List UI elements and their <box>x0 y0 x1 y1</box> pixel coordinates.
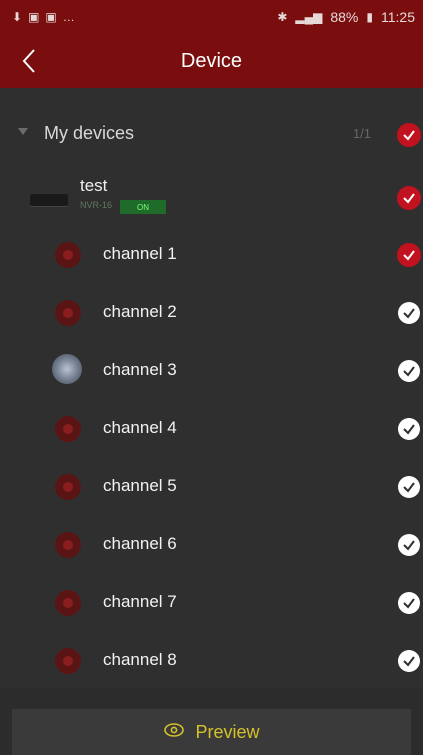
notification-icon: ▣ <box>45 10 57 24</box>
status-badge: ON <box>120 200 166 214</box>
checkmark-icon <box>403 656 415 667</box>
page-title: Device <box>180 49 243 72</box>
channel-checkbox[interactable] <box>398 418 420 440</box>
nvr-icon <box>30 194 68 206</box>
battery-icon: ▮ <box>366 10 373 24</box>
channel-label: channel 3 <box>103 360 177 379</box>
channel-checkbox[interactable] <box>398 534 420 556</box>
channel-checkbox[interactable] <box>397 243 421 267</box>
checkmark-icon <box>403 424 415 435</box>
group-label: My devices <box>44 123 135 143</box>
channel-row[interactable]: channel 2 <box>0 284 423 342</box>
eye-icon <box>163 719 185 746</box>
checkmark-icon <box>403 130 415 141</box>
battery-level: 88% <box>330 9 359 25</box>
channel-row[interactable]: channel 4 <box>0 400 423 458</box>
status-bar: ⬇ ▣ ▣ … ✱ ▂▄▆ 88% ▮ 11:25 <box>0 0 423 34</box>
signal-icon: ▂▄▆ <box>295 10 323 24</box>
device-checkbox[interactable] <box>397 186 421 210</box>
group-header[interactable]: My devices 1/1 <box>0 114 423 156</box>
camera-icon <box>55 242 81 268</box>
channel-row[interactable]: channel 6 <box>0 516 423 574</box>
notification-icon: ▣ <box>28 10 40 24</box>
status-left: ⬇ ▣ ▣ … <box>12 10 75 24</box>
channel-checkbox[interactable] <box>398 592 420 614</box>
notification-icon: ⬇ <box>12 10 23 24</box>
channel-row[interactable]: channel 8 <box>0 632 423 690</box>
status-time: 11:25 <box>381 9 415 25</box>
channel-row[interactable]: channel 5 <box>0 458 423 516</box>
back-arrow-icon <box>22 49 35 73</box>
more-icon: … <box>62 10 75 24</box>
channel-row[interactable]: channel 7 <box>0 574 423 632</box>
checkmark-icon <box>403 250 415 261</box>
channel-checkbox[interactable] <box>398 302 420 324</box>
bluetooth-icon: ✱ <box>277 10 288 24</box>
preview-button[interactable]: Preview <box>12 709 411 755</box>
channel-label: channel 7 <box>103 592 177 611</box>
channel-checkbox[interactable] <box>398 650 420 672</box>
group-checkbox[interactable] <box>397 123 421 147</box>
camera-icon <box>55 648 81 674</box>
device-row[interactable]: test NVR-16 ON <box>0 170 423 226</box>
caret-down-icon[interactable] <box>18 128 28 135</box>
camera-icon <box>55 300 81 326</box>
channel-label: channel 1 <box>103 244 177 263</box>
camera-icon <box>55 532 81 558</box>
status-right: ✱ ▂▄▆ 88% ▮ 11:25 <box>277 9 415 25</box>
group-count: 1/1 <box>352 126 371 141</box>
camera-icon <box>55 416 81 442</box>
checkmark-icon <box>403 540 415 551</box>
device-list: My devices 1/1 test NVR-16 ON channel 1 … <box>0 88 423 688</box>
channel-label: channel 6 <box>103 534 177 553</box>
preview-label: Preview <box>195 721 260 742</box>
camera-icon <box>55 590 81 616</box>
checkmark-icon <box>403 308 415 319</box>
camera-icon <box>55 474 81 500</box>
channel-label: channel 4 <box>103 418 177 437</box>
channel-label: channel 8 <box>103 650 177 669</box>
checkmark-icon <box>403 366 415 377</box>
app-bar: Device <box>0 34 423 88</box>
checkmark-icon <box>403 193 415 204</box>
device-name: test <box>80 176 108 195</box>
channel-row[interactable]: channel 3 <box>0 342 423 400</box>
camera-thumbnail <box>52 354 82 384</box>
channel-checkbox[interactable] <box>398 476 420 498</box>
device-model: NVR-16 <box>80 200 113 210</box>
channel-label: channel 5 <box>103 476 177 495</box>
channel-row[interactable]: channel 1 <box>0 226 423 284</box>
checkmark-icon <box>403 482 415 493</box>
back-button[interactable] <box>12 44 46 78</box>
channel-checkbox[interactable] <box>398 360 420 382</box>
channel-label: channel 2 <box>103 302 177 321</box>
checkmark-icon <box>403 598 415 609</box>
